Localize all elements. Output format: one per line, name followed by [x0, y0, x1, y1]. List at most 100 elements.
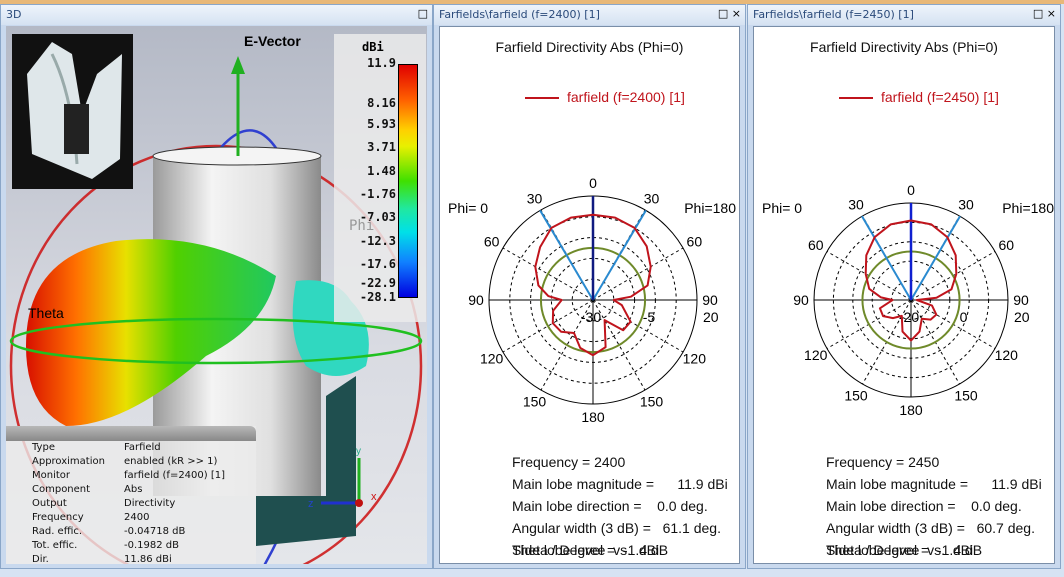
angle-tick-label: 90 — [468, 292, 484, 308]
info-value: -0.1982 dB — [124, 540, 179, 551]
info-key: Rad. effic. — [32, 526, 83, 537]
angle-tick-label: 120 — [995, 347, 1019, 363]
info-key: Dir. — [32, 554, 49, 564]
colorbar-tick: 5.93 — [367, 116, 396, 131]
colorbar-tick: 11.9 — [367, 56, 396, 70]
radial-tick-label: -30 — [581, 309, 601, 325]
info-value: Abs — [124, 484, 143, 495]
angle-tick-label: 180 — [581, 409, 605, 425]
angle-tick-label: 120 — [804, 347, 828, 363]
panel-title: Farfields\farfield (f=2450) [1] — [753, 8, 914, 21]
colorbar-tick: -1.76 — [359, 187, 396, 202]
angle-tick-label: 60 — [808, 237, 824, 253]
z-axis-label: z — [308, 498, 314, 510]
info-value: enabled (kR >> 1) — [124, 456, 218, 467]
info-value: farfield (f=2400) [1] — [124, 470, 226, 481]
stat-frequency: Frequency = 2400 — [512, 454, 626, 470]
angle-tick-label: 150 — [523, 393, 547, 409]
polar-chart: 0306090120150180150120906030-20 0 20Phi= 0… — [762, 182, 1054, 418]
info-row: Tot. effic. -0.1982 dB — [32, 539, 225, 553]
info-key: Tot. effic. — [32, 540, 78, 551]
close-button[interactable]: × — [732, 7, 741, 20]
info-key: Type — [32, 442, 55, 453]
beamwidth-line — [592, 209, 647, 301]
axis-origin — [355, 499, 363, 507]
info-row: Output Directivity — [32, 497, 225, 511]
colorbar-tick: 3.71 — [367, 140, 396, 155]
radial-tick-label: 0 — [960, 309, 968, 325]
3d-viewport[interactable]: E-Vector Theta y z x dBi 11.9 8.16 5.93 3.7… — [6, 26, 427, 564]
maximize-button[interactable]: □ — [718, 7, 728, 20]
angle-tick-label: 0 — [907, 182, 915, 198]
phi-left-label: Phi= 0 — [762, 200, 802, 216]
phi-label: Phi — [349, 218, 375, 234]
stat-angular-width: Angular width (3 dB) = 60.7 deg. — [826, 520, 1035, 536]
polar-plot-area: Farfield Directivity Abs (Phi=0) farfiel… — [439, 26, 740, 564]
angle-tick-label: 0 — [589, 175, 597, 191]
x-axis-label: x — [371, 491, 377, 503]
stat-angular-width: Angular width (3 dB) = 61.1 deg. — [512, 520, 721, 536]
angle-tick-label: 60 — [687, 234, 703, 250]
angle-tick-label: 60 — [998, 237, 1014, 253]
panel-title: Farfields\farfield (f=2400) [1] — [439, 8, 600, 21]
colorbar-unit: dBi — [362, 40, 384, 54]
angle-tick-label: 180 — [899, 402, 923, 418]
panel-polar-2400: Farfields\farfield (f=2400) [1] □ × Farf… — [433, 4, 746, 569]
colorbar-tick: -28.1 — [359, 290, 396, 304]
colorbar: dBi 11.9 8.16 5.93 3.71 1.48 -1.76 -7.03 -12.3-… — [334, 34, 426, 322]
colorbar-gradient — [398, 64, 418, 298]
theta-label: Theta — [28, 305, 64, 321]
stat-main-lobe-direction: Main lobe direction = 0.0 deg. — [826, 498, 1022, 514]
panel-polar-2450: Farfields\farfield (f=2450) [1] □ × Farf… — [747, 4, 1061, 569]
colorbar-tick: 8.16 — [367, 95, 396, 110]
angle-tick-label: 150 — [844, 387, 868, 403]
angle-tick-label: 150 — [954, 387, 978, 403]
panel-3d: 3D □ E-Vector Theta y z x dBi 11.9 8.16 5.… — [0, 4, 433, 569]
colorbar-tick: -12.3 — [359, 233, 396, 248]
info-value: Directivity — [124, 498, 176, 509]
angle-tick-label: 30 — [644, 191, 660, 207]
panel-3d-titlebar: 3D □ — [1, 5, 432, 25]
close-button[interactable]: × — [1047, 7, 1056, 20]
info-value: 11.86 dBi — [124, 554, 172, 564]
axis-caption: Theta / Degree vs. dBi — [826, 542, 974, 558]
info-key: Output — [32, 498, 67, 509]
info-row: Component Abs — [32, 483, 225, 497]
info-row: Type Farfield — [32, 441, 225, 455]
axis-caption: Theta / Degree vs. dBi — [512, 542, 660, 558]
angle-tick-label: 30 — [848, 197, 864, 213]
angle-tick-label: 30 — [527, 191, 543, 207]
colorbar-tick: -17.6 — [359, 257, 396, 272]
y-axis-label: y — [356, 446, 361, 457]
info-key: Monitor — [32, 470, 71, 481]
info-key: Approximation — [32, 456, 105, 467]
stat-main-lobe-magnitude: Main lobe magnitude = 11.9 dBi — [512, 476, 728, 492]
phi-right-label: Phi=180 — [684, 200, 736, 216]
angle-tick-label: 90 — [793, 292, 809, 308]
angle-tick-label: 60 — [484, 234, 500, 250]
angle-tick-label: 150 — [640, 393, 664, 409]
stats-block: Frequency = 2450 Main lobe magnitude = 11… — [826, 451, 1042, 561]
angle-tick-label: 120 — [480, 351, 504, 367]
e-vector-arrow-icon — [231, 56, 245, 74]
angle-tick-label: 90 — [702, 292, 718, 308]
stat-main-lobe-direction: Main lobe direction = 0.0 deg. — [512, 498, 708, 514]
angle-tick-label: 90 — [1013, 292, 1029, 308]
phi-left-label: Phi= 0 — [448, 200, 488, 216]
info-row: Approximation enabled (kR >> 1) — [32, 455, 225, 469]
stat-frequency: Frequency = 2450 — [826, 454, 940, 470]
maximize-button[interactable]: □ — [1033, 7, 1043, 20]
polar-chart: 0306090120150180150120906030-30 -5 20Phi= … — [448, 175, 736, 425]
stats-block: Frequency = 2400 Main lobe magnitude = 11… — [512, 451, 728, 561]
result-info-box: Type Farfield Approximation enabled (kR >> … — [6, 426, 256, 564]
info-row: Rad. effic. -0.04718 dB — [32, 525, 225, 539]
info-row: Monitor farfield (f=2400) [1] — [32, 469, 225, 483]
info-row: Frequency 2400 — [32, 511, 225, 525]
info-value: -0.04718 dB — [124, 526, 186, 537]
info-key: Frequency — [32, 512, 84, 523]
info-value: Farfield — [124, 442, 161, 453]
phi-right-label: Phi=180 — [1002, 200, 1054, 216]
radial-tick-label: 20 — [703, 309, 719, 325]
maximize-button[interactable]: □ — [418, 7, 428, 20]
polar-plot-area: Farfield Directivity Abs (Phi=0) farfiel… — [753, 26, 1055, 564]
